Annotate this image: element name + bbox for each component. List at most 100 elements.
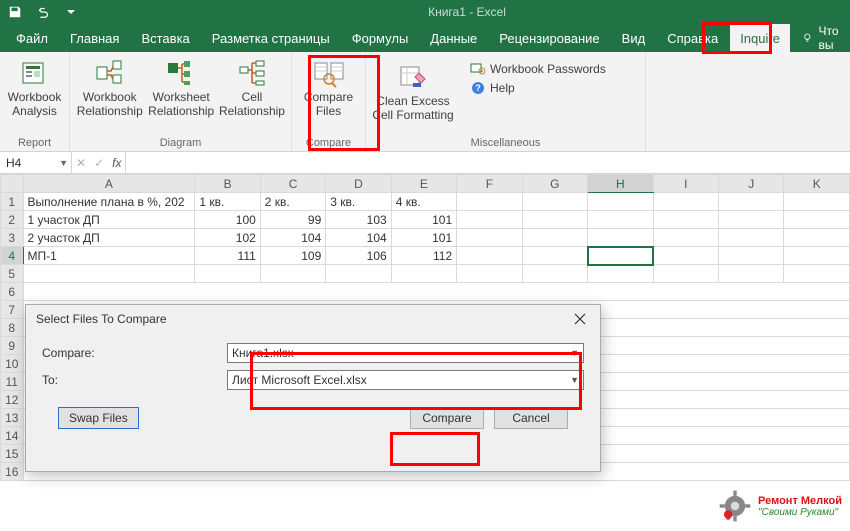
cell[interactable] [784,247,850,265]
cell[interactable]: 2 участок ДП [23,229,195,247]
swap-files-button[interactable]: Swap Files [58,407,139,429]
col-header[interactable]: E [391,175,456,193]
cell[interactable] [457,265,522,283]
cell[interactable]: 103 [326,211,391,229]
tell-me[interactable]: Что вы [794,24,850,52]
cell[interactable]: 99 [260,211,325,229]
cell[interactable] [653,211,718,229]
cell[interactable] [391,265,456,283]
col-header[interactable]: F [457,175,522,193]
row-header[interactable]: 16 [1,463,24,481]
cell[interactable]: 3 кв. [326,193,391,211]
cell[interactable]: 102 [195,229,260,247]
cancel-formula-icon[interactable]: ✕ [76,156,86,170]
row-header[interactable]: 10 [1,355,24,373]
cell[interactable]: 101 [391,211,456,229]
compare-button[interactable]: Compare [410,407,484,429]
cell[interactable] [718,211,783,229]
cell[interactable]: Выполнение плана в %, 202 [23,193,195,211]
row-header[interactable]: 2 [1,211,24,229]
undo-icon[interactable] [32,2,54,22]
cell-relationship-button[interactable]: Cell Relationship [217,55,287,121]
cell[interactable]: 112 [391,247,456,265]
cell[interactable] [588,229,653,247]
tab-help[interactable]: Справка [657,24,728,52]
to-file-combo[interactable]: Лист Microsoft Excel.xlsx ▼ [227,370,584,390]
select-all-cell[interactable] [1,175,24,193]
cell[interactable] [457,193,522,211]
row-header[interactable]: 13 [1,409,24,427]
cell[interactable] [588,211,653,229]
compare-file-combo[interactable]: Книга1.xlsx ▼ [227,343,584,363]
cell[interactable] [522,229,587,247]
cell[interactable] [522,211,587,229]
cell[interactable] [326,265,391,283]
cell[interactable]: 1 участок ДП [23,211,195,229]
save-icon[interactable] [4,2,26,22]
col-header[interactable]: B [195,175,260,193]
cell[interactable]: 106 [326,247,391,265]
tab-view[interactable]: Вид [612,24,656,52]
cell[interactable] [260,265,325,283]
enter-formula-icon[interactable]: ✓ [94,156,104,170]
col-header[interactable]: H [588,175,653,193]
cell[interactable] [784,265,850,283]
cell[interactable] [718,229,783,247]
cell[interactable] [653,247,718,265]
row-header[interactable]: 9 [1,337,24,355]
cell[interactable] [588,265,653,283]
qat-dropdown-icon[interactable] [60,2,82,22]
row-header[interactable]: 15 [1,445,24,463]
cell[interactable] [522,265,587,283]
tab-insert[interactable]: Вставка [131,24,199,52]
cell[interactable] [718,247,783,265]
tab-formulas[interactable]: Формулы [342,24,419,52]
cell[interactable] [457,247,522,265]
row-header[interactable]: 11 [1,373,24,391]
workbook-passwords-button[interactable]: Workbook Passwords [470,61,606,77]
cell[interactable] [784,193,850,211]
cell[interactable]: 1 кв. [195,193,260,211]
cell[interactable]: 104 [326,229,391,247]
tab-data[interactable]: Данные [420,24,487,52]
cell[interactable] [588,193,653,211]
cell[interactable] [784,229,850,247]
cell[interactable] [653,229,718,247]
cell[interactable] [457,211,522,229]
tab-review[interactable]: Рецензирование [489,24,609,52]
col-header[interactable]: G [522,175,587,193]
compare-files-button[interactable]: Compare Files [296,55,361,121]
row-header[interactable]: 12 [1,391,24,409]
cell[interactable]: 101 [391,229,456,247]
cell[interactable] [23,265,195,283]
cell[interactable] [23,283,850,301]
cell[interactable] [195,265,260,283]
name-box[interactable]: H4 ▼ [0,152,72,173]
worksheet-relationship-button[interactable]: Worksheet Relationship [145,55,216,121]
tab-file[interactable]: Файл [6,24,58,52]
fx-icon[interactable]: fx [112,156,121,170]
cell[interactable] [784,211,850,229]
row-header[interactable]: 6 [1,283,24,301]
row-header[interactable]: 5 [1,265,24,283]
row-header[interactable]: 4 [1,247,24,265]
cell[interactable]: 109 [260,247,325,265]
row-header[interactable]: 7 [1,301,24,319]
clean-excess-button[interactable]: Clean Excess Cell Formatting [370,59,456,125]
dialog-close-button[interactable] [568,309,592,329]
cell[interactable]: 104 [260,229,325,247]
cell[interactable] [522,247,587,265]
cell[interactable] [718,193,783,211]
cell[interactable]: 100 [195,211,260,229]
row-header[interactable]: 3 [1,229,24,247]
cell[interactable]: 2 кв. [260,193,325,211]
cell[interactable] [718,265,783,283]
cell[interactable] [522,193,587,211]
cell[interactable]: 111 [195,247,260,265]
help-button[interactable]: ? Help [470,80,606,96]
tab-inquire[interactable]: Inquire [730,24,790,52]
tab-page-layout[interactable]: Разметка страницы [202,24,340,52]
cancel-button[interactable]: Cancel [494,407,568,429]
tab-home[interactable]: Главная [60,24,129,52]
formula-input[interactable] [126,152,850,173]
